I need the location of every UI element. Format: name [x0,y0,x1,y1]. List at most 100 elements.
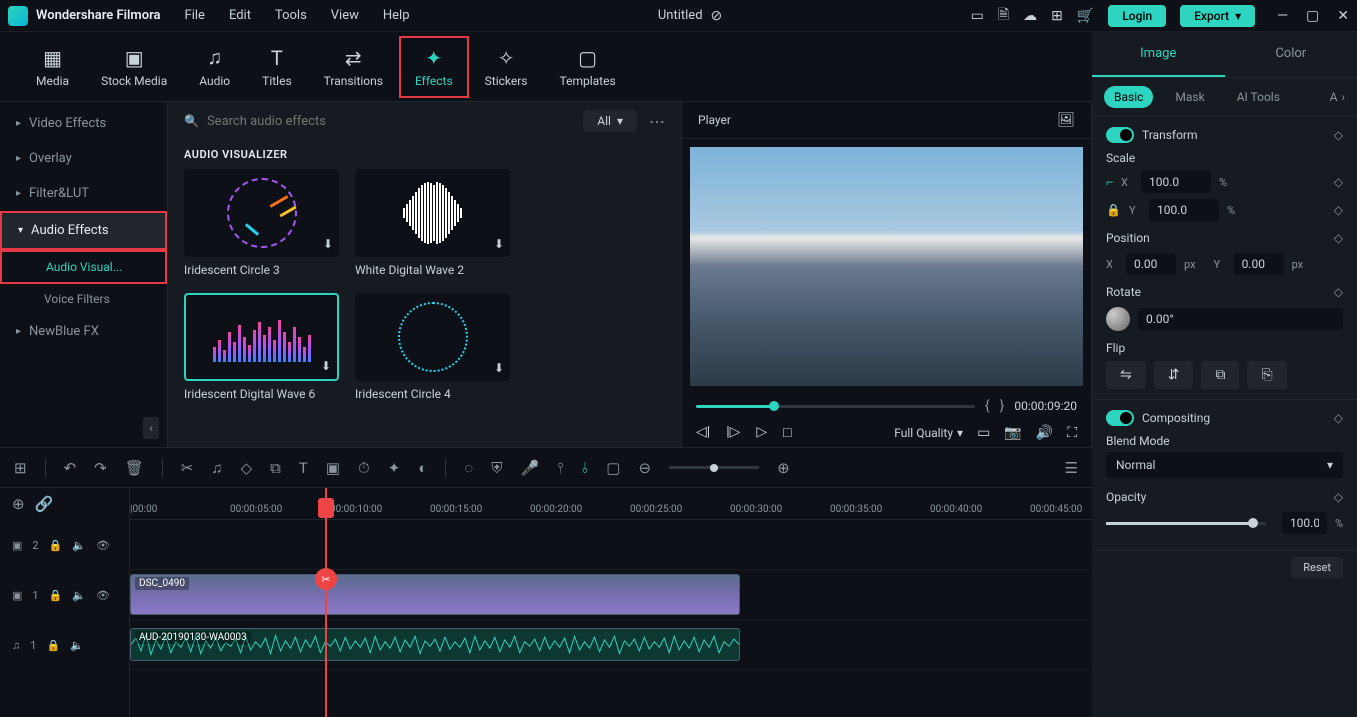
track-row-v2[interactable] [130,520,1092,570]
track-header-a1[interactable]: ♫1 🔒 🔈 [0,620,129,670]
visibility-icon[interactable]: 👁 [96,589,110,602]
frame-icon[interactable]: ▣ [326,459,340,477]
tab-media[interactable]: ▦Media [20,40,85,94]
keyframe-icon[interactable]: ◇ [1334,175,1343,189]
effect-card[interactable]: document.write('') ⬇ White Digital Wave … [355,169,510,277]
magnet-icon[interactable]: ⫰ [582,459,589,477]
pos-x-input[interactable] [1126,253,1176,275]
zoom-in-icon[interactable]: ⊕ [777,459,790,477]
sidebar-newblue[interactable]: ▸NewBlue FX [0,314,167,349]
timeline-options-icon[interactable]: ☰ [1065,459,1078,477]
redo-icon[interactable]: ↷ [94,459,107,477]
keyframe-icon[interactable]: ◇ [1334,411,1343,425]
display-icon[interactable]: ▭ [977,425,990,441]
download-icon[interactable]: ⬇ [494,237,504,251]
download-icon[interactable]: ⬇ [321,359,331,373]
color-icon[interactable]: ◐ [418,459,427,477]
rotate-input[interactable] [1138,308,1343,330]
link-tracks-icon[interactable]: 🔗 [35,495,54,513]
playhead-handle[interactable] [318,498,334,518]
subtab-mask[interactable]: Mask [1165,86,1214,108]
effect-card[interactable]: ⬇ Iridescent Circle 4 [355,293,510,401]
delete-icon[interactable]: 🗑 [125,459,144,477]
tab-effects[interactable]: ✦Effects [399,36,469,98]
tab-stock-media[interactable]: ▣Stock Media [85,40,183,94]
sidebar-sub-audio-visualizer[interactable]: Audio Visual... [0,250,167,284]
player-viewport[interactable] [690,147,1083,386]
marker-icon[interactable]: ▢ [606,459,620,477]
effect-card[interactable]: ⬇ Iridescent Digital Wave 6 [184,293,339,401]
lock-icon[interactable]: 🔒 [49,589,63,602]
tab-stickers[interactable]: ✧Stickers [469,40,544,94]
volume-icon[interactable]: 🔊 [1036,425,1053,441]
cut-icon[interactable]: ✂ [181,459,194,477]
crop-icon[interactable]: ⧉ [270,459,281,477]
tab-transitions[interactable]: ⇄Transitions [308,40,399,94]
adjust-icon[interactable]: ◌ [464,459,473,477]
mixer-icon[interactable]: ⫯ [557,459,564,477]
download-icon[interactable]: ⬇ [494,361,504,375]
opacity-slider[interactable] [1106,522,1266,525]
cart-icon[interactable]: 🛒 [1077,8,1094,24]
flip-horizontal-button[interactable]: ⇋ [1106,361,1146,389]
snapshot-icon[interactable]: 🖼 [1057,112,1075,128]
menu-file[interactable]: File [185,8,205,23]
sidebar-overlay[interactable]: ▸Overlay [0,141,167,176]
pos-y-input[interactable] [1234,253,1284,275]
flip-paste-button[interactable]: ⎘ [1247,361,1286,389]
sidebar-sub-voice-filters[interactable]: Voice Filters [0,284,167,314]
play-button[interactable]: ▷ [756,424,767,441]
shield-icon[interactable]: ⛨ [491,459,502,477]
more-menu-button[interactable]: ⋯ [649,112,665,131]
collapse-sidebar-button[interactable]: ‹ [143,417,159,439]
opacity-input[interactable] [1282,512,1327,534]
audio-clip[interactable]: AUD-20190130-WA0003 [130,628,740,661]
scale-y-input[interactable] [1149,199,1219,221]
time-ruler[interactable]: |00:00 00:00:05:00 00:00:10:00 00:00:15:… [130,488,1092,520]
zoom-out-icon[interactable]: ⊖ [638,459,651,477]
minimize-button[interactable]: — [1277,8,1288,24]
lock-icon[interactable]: 🔒 [49,539,63,552]
keyframe-icon[interactable]: ◇ [1334,128,1343,142]
scrub-thumb[interactable] [769,401,779,411]
undo-icon[interactable]: ↶ [64,459,77,477]
login-button[interactable]: Login [1108,5,1166,27]
playhead-cut-button[interactable]: ✂ [315,568,337,590]
tab-audio[interactable]: ♫Audio [183,39,246,94]
flip-vertical-button[interactable]: ⇵ [1154,361,1194,389]
maximize-button[interactable]: ▢ [1306,8,1319,24]
prev-frame-button[interactable]: ◁| [696,424,710,441]
props-tab-image[interactable]: Image [1092,32,1225,77]
lock-icon[interactable]: 🔒 [46,639,60,652]
menu-help[interactable]: Help [383,8,410,23]
filter-dropdown[interactable]: All▾ [583,110,637,132]
scale-x-input[interactable] [1141,171,1211,193]
track-header-v1[interactable]: ▣1 🔒 🔈 👁 [0,570,129,620]
rotate-knob[interactable] [1106,307,1130,331]
sidebar-audio-effects[interactable]: ▾Audio Effects [0,211,167,250]
speed-icon[interactable]: ⏱ [358,459,370,477]
subtab-ai-tools[interactable]: AI Tools [1227,86,1290,108]
keyframe-icon[interactable]: ◇ [1334,203,1343,217]
mark-in-icon[interactable]: { [985,398,990,414]
link-xy-icon[interactable]: ⌐ [1106,175,1113,189]
transform-toggle[interactable] [1106,127,1134,143]
mute-icon[interactable]: 🔈 [70,639,84,652]
text-icon[interactable]: T [299,459,308,477]
blend-mode-select[interactable]: Normal▾ [1106,452,1343,478]
quality-dropdown[interactable]: Full Quality▾ [894,426,963,440]
lock-xy-icon[interactable]: 🔒 [1106,203,1121,217]
mute-icon[interactable]: 🔈 [72,539,86,552]
cloud-sync-icon[interactable]: ⊘ [711,8,723,24]
scrub-track[interactable] [696,405,975,408]
tracks-content[interactable]: |00:00 00:00:05:00 00:00:10:00 00:00:15:… [130,488,1092,717]
playhead[interactable]: ✂ [325,488,327,717]
fullscreen-icon[interactable]: ⛶ [1067,425,1077,441]
video-clip[interactable]: DSC_0490 [130,574,740,615]
compositing-toggle[interactable] [1106,410,1134,426]
search-input[interactable] [207,114,571,129]
stop-button[interactable]: □ [783,424,791,441]
keyframe-icon[interactable]: ◇ [1334,285,1343,299]
cloud-icon[interactable]: ☁ [1023,8,1037,24]
screen-icon[interactable]: ▭ [971,8,984,24]
